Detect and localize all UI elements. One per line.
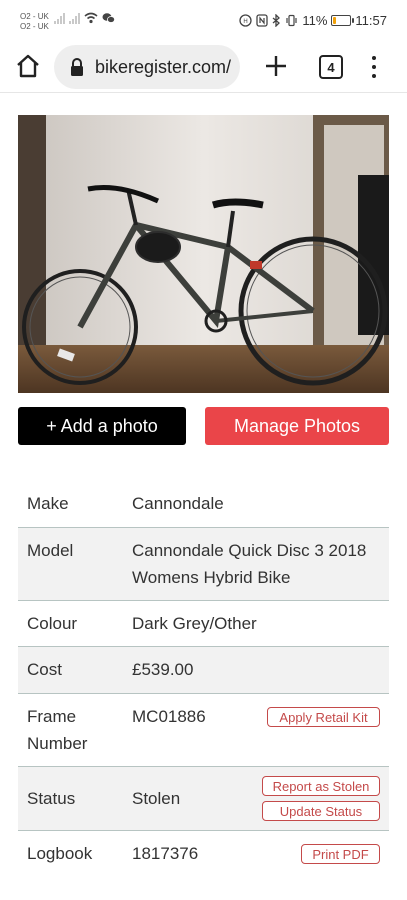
connectivity-icons — [54, 12, 115, 24]
logbook-value: 1817376 — [132, 844, 199, 863]
frame-number-value: MC01886 — [132, 707, 206, 726]
table-row-model: Model Cannondale Quick Disc 3 2018 Women… — [18, 528, 389, 601]
table-row-frame-number: Frame Number MC01886 Apply Retail Kit — [18, 694, 389, 767]
nfc-icon — [256, 14, 269, 27]
status-label: Status — [27, 789, 76, 808]
table-row-make: Make Cannondale — [18, 481, 389, 528]
plus-icon[interactable] — [262, 52, 290, 80]
browser-toolbar: bikeregister.com/ 4 — [0, 42, 407, 93]
clock: 11:57 — [355, 13, 387, 28]
status-value: Stolen — [132, 789, 181, 808]
battery-fill — [333, 17, 336, 24]
frame-label-line1: Frame — [27, 707, 77, 726]
table-row-colour: Colour Dark Grey/Other — [18, 601, 389, 647]
model-value-line1: Cannondale Quick Disc 3 2018 — [132, 541, 367, 560]
tab-count: 4 — [327, 59, 335, 75]
battery-percent: 11% — [302, 13, 328, 28]
url-text[interactable]: bikeregister.com/ — [95, 57, 231, 78]
table-row-cost: Cost £539.00 — [18, 647, 389, 694]
lock-icon — [71, 58, 83, 76]
cost-value: £539.00 — [132, 660, 194, 679]
signal-icon — [69, 12, 80, 24]
logbook-label: Logbook — [27, 844, 93, 863]
make-label: Make — [27, 494, 69, 513]
bike-photo — [18, 115, 389, 393]
frame-label-line2: Number — [27, 734, 88, 753]
status-right: H 11% 11:57 — [239, 13, 387, 28]
hd-icon: H — [239, 14, 253, 27]
wechat-icon — [102, 13, 115, 23]
manage-photos-button[interactable]: Manage Photos — [205, 407, 389, 445]
colour-value: Dark Grey/Other — [132, 614, 257, 633]
vibrate-icon — [286, 14, 297, 27]
tabs-icon[interactable]: 4 — [319, 55, 343, 79]
status-bar: O2 - UK O2 - UK H 11% 11:57 — [0, 0, 407, 42]
menu-icon[interactable] — [366, 53, 382, 81]
home-icon[interactable] — [14, 52, 42, 80]
carrier-2: O2 - UK — [20, 22, 49, 31]
bluetooth-icon — [272, 14, 281, 27]
bike-details-table: Make Cannondale Model Cannondale Quick D… — [18, 481, 389, 877]
model-value-line2: Womens Hybrid Bike — [132, 568, 291, 587]
update-status-button[interactable]: Update Status — [262, 801, 380, 821]
carrier-labels: O2 - UK O2 - UK — [20, 12, 49, 32]
carrier-1: O2 - UK — [20, 12, 49, 21]
battery-icon — [331, 15, 355, 26]
print-pdf-button[interactable]: Print PDF — [301, 844, 380, 864]
svg-text:H: H — [244, 19, 248, 25]
report-stolen-button[interactable]: Report as Stolen — [262, 776, 380, 796]
table-row-status: Status Stolen Report as Stolen Update St… — [18, 767, 389, 831]
colour-label: Colour — [27, 614, 78, 633]
cost-label: Cost — [27, 660, 62, 679]
table-row-logbook: Logbook 1817376 Print PDF — [18, 831, 389, 877]
address-bar[interactable]: bikeregister.com/ — [54, 45, 240, 89]
signal-icon — [54, 12, 65, 24]
wifi-icon — [84, 12, 98, 24]
make-value: Cannondale — [132, 494, 224, 513]
add-photo-button[interactable]: + Add a photo — [18, 407, 186, 445]
model-label: Model — [27, 541, 74, 560]
apply-retail-kit-button[interactable]: Apply Retail Kit — [267, 707, 380, 727]
